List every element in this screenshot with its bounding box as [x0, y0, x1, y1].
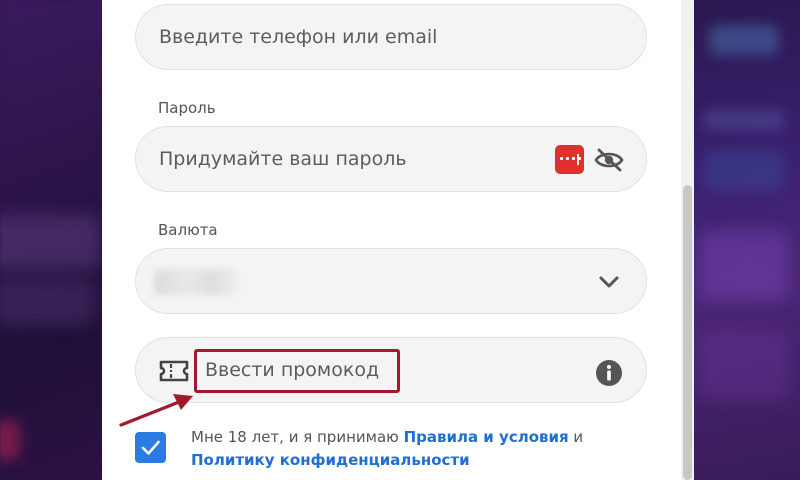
- privacy-policy-link[interactable]: Политику конфиденциальности: [191, 451, 470, 469]
- promo-code-field[interactable]: Ввести промокод: [135, 337, 647, 403]
- login-placeholder: Введите телефон или email: [159, 26, 438, 48]
- password-manager-icon[interactable]: [555, 145, 584, 174]
- password-placeholder: Придумайте ваш пароль: [159, 148, 407, 170]
- currency-select[interactable]: [135, 248, 647, 314]
- eye-slash-icon[interactable]: [594, 148, 624, 172]
- currency-label: Валюта: [158, 221, 218, 239]
- consent-checkbox[interactable]: [135, 432, 166, 463]
- checkmark-icon: [141, 440, 160, 455]
- scrollbar-track[interactable]: [681, 0, 694, 480]
- consent-prefix: Мне 18 лет, и я принимаю: [191, 428, 399, 446]
- consent-conjunction: и: [573, 428, 584, 446]
- password-field[interactable]: Придумайте ваш пароль: [135, 126, 647, 192]
- chevron-down-icon[interactable]: [597, 271, 621, 293]
- currency-value-blurred: [154, 269, 238, 295]
- password-label: Пароль: [158, 99, 216, 117]
- ticket-icon: [159, 360, 189, 382]
- info-icon[interactable]: [595, 359, 623, 387]
- terms-link[interactable]: Правила и условия: [404, 428, 569, 446]
- background-left: [0, 0, 102, 480]
- consent-text: Мне 18 лет, и я принимаю Правила и услов…: [191, 426, 631, 472]
- login-field[interactable]: Введите телефон или email: [135, 4, 647, 70]
- background-right: [694, 0, 800, 480]
- annotation-arrow: [119, 394, 193, 427]
- scrollbar-thumb[interactable]: [683, 185, 692, 480]
- highlight-box: [194, 349, 400, 393]
